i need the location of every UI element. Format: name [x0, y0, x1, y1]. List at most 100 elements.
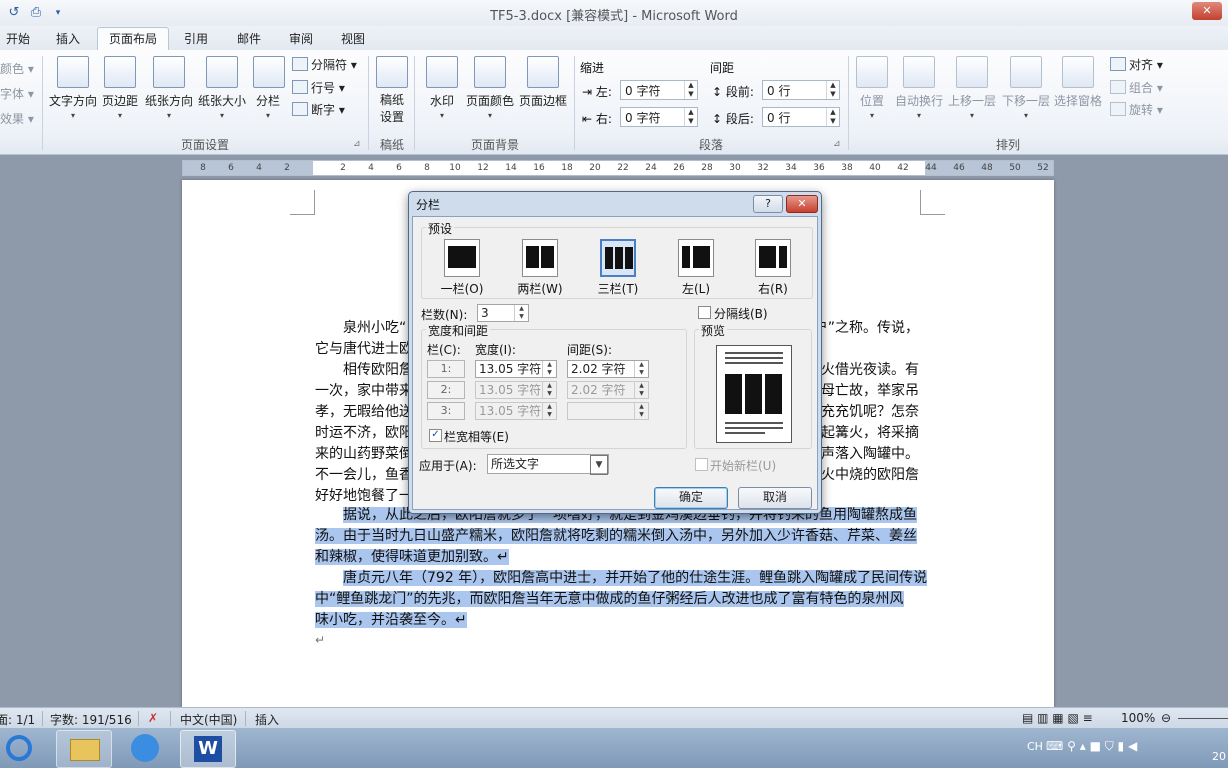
column-width-input[interactable]: 13.05 字符 ▲ ▼: [475, 402, 557, 420]
paper-size-button[interactable]: 纸张大小 ▾: [196, 56, 248, 120]
align-button[interactable]: 对齐 ▾: [1110, 56, 1163, 73]
cancel-button[interactable]: 取消: [738, 487, 812, 509]
zoom-slider[interactable]: [1178, 718, 1228, 719]
hyphenation-button[interactable]: 断字 ▾: [292, 101, 345, 118]
rotate-button[interactable]: 旋转 ▾: [1110, 101, 1163, 118]
spinner-arrows-icon[interactable]: ▲ ▼: [826, 108, 839, 126]
spinner-arrows-icon[interactable]: ▲ ▼: [684, 81, 697, 99]
file-explorer-icon[interactable]: [56, 730, 112, 768]
column-width-input[interactable]: 13.05 字符 ▲ ▼: [475, 381, 557, 399]
view-buttons[interactable]: ▤ ▥ ▦ ▧ ≡: [1022, 711, 1093, 725]
document-line[interactable]: 孝，无暇给他送: [315, 402, 413, 423]
word-count[interactable]: 字数: 191/516: [50, 711, 132, 728]
spinner-arrows-icon[interactable]: ▲ ▼: [542, 382, 556, 398]
num-cols-input[interactable]: 3 ▲ ▼: [477, 304, 529, 322]
document-line[interactable]: 不一会儿，鱼香: [315, 465, 413, 486]
column-spacing-input[interactable]: 2.02 字符 ▲ ▼: [567, 360, 649, 378]
spinner-arrows-icon[interactable]: ▲ ▼: [542, 361, 556, 377]
document-line-end[interactable]: 起篝火，将采摘: [821, 423, 919, 444]
browser-icon[interactable]: [118, 730, 172, 766]
spinner-arrows-icon[interactable]: ▲ ▼: [684, 108, 697, 126]
paragraph-launcher-icon[interactable]: ⊿: [833, 139, 841, 149]
horizontal-ruler[interactable]: 8 6 4 2 2 4 6 8 10 12 14 16 18 20 22 24 26 28 30 32 34 36 38 40…: [182, 160, 1054, 176]
page-color-button[interactable]: 页面颜色 ▾: [463, 56, 517, 120]
spinner-arrows-icon[interactable]: ▲ ▼: [826, 81, 839, 99]
indent-left-input[interactable]: 0 字符 ▲ ▼: [620, 80, 698, 100]
document-line-end[interactable]: 母亡故，举家吊: [821, 381, 919, 402]
one-column-preset[interactable]: 一栏(O): [427, 239, 497, 297]
insert-mode-indicator[interactable]: 插入: [255, 711, 279, 728]
wrap-text-button[interactable]: 自动换行 ▾: [893, 56, 945, 120]
help-button[interactable]: ?: [753, 195, 783, 213]
document-line[interactable]: 相传欧阳詹: [343, 360, 413, 381]
tab-insert[interactable]: 插入: [50, 30, 86, 50]
language-indicator[interactable]: 中文(中国): [180, 711, 237, 728]
column-width-input[interactable]: 13.05 字符 ▲ ▼: [475, 360, 557, 378]
tab-mailings[interactable]: 邮件: [231, 30, 267, 50]
document-line-end[interactable]: 火借光夜读。有: [821, 360, 919, 381]
tray-icons[interactable]: ⌨ ⚲ ▴ ■ ⛉ ▮ ◀: [1046, 739, 1137, 754]
spinner-arrows-icon[interactable]: ▲ ▼: [634, 361, 648, 377]
document-line[interactable]: 时运不济，欧阳: [315, 423, 413, 444]
page-borders-button[interactable]: 页面边框: [517, 56, 569, 109]
margins-button[interactable]: 页边距 ▾: [100, 56, 140, 120]
equal-width-checkbox[interactable]: ✓: [429, 429, 442, 442]
zoom-out-icon[interactable]: ⊖: [1161, 711, 1171, 725]
spinner-arrows-icon[interactable]: ▲ ▼: [542, 403, 556, 419]
document-line-end[interactable]: 火中烧的欧阳詹: [821, 465, 919, 486]
document-line[interactable]: 来的山药野菜倒: [315, 444, 413, 465]
theme-colors-button[interactable]: 颜色 ▾: [0, 60, 34, 77]
document-line-end[interactable]: 充充饥呢？怎奈: [821, 402, 919, 423]
two-columns-preset[interactable]: 两栏(W): [505, 239, 575, 297]
manuscript-settings-button[interactable]: 稿纸 设置: [374, 56, 410, 126]
selection-pane-button[interactable]: 选择窗格: [1052, 56, 1104, 109]
columns-button[interactable]: 分栏 ▾: [253, 56, 285, 120]
new-column-checkbox[interactable]: [695, 458, 708, 471]
page-count[interactable]: 页面: 1/1: [0, 711, 35, 728]
column-spacing-input[interactable]: ▲ ▼: [567, 402, 649, 420]
selected-line[interactable]: 唐贞元八年（792 年），欧阳詹高中进士，并开始了他的仕途生涯。鲤鱼跳入陶罐成了…: [343, 568, 928, 589]
group-button[interactable]: 组合 ▾: [1110, 79, 1163, 96]
breaks-button[interactable]: 分隔符 ▾: [292, 56, 357, 73]
left-preset[interactable]: 左(L): [661, 239, 731, 297]
document-line-end[interactable]: 一声落入陶罐中。: [807, 444, 919, 465]
zoom-level[interactable]: 100%: [1121, 711, 1155, 725]
ie-icon[interactable]: [0, 730, 48, 766]
tab-home[interactable]: 开始: [2, 30, 34, 50]
right-preset[interactable]: 右(R): [738, 239, 808, 297]
orientation-button[interactable]: 纸张方向 ▾: [143, 56, 195, 120]
ime-indicator[interactable]: CH: [1027, 740, 1043, 753]
spinner-arrows-icon[interactable]: ▲ ▼: [634, 382, 648, 398]
tab-review[interactable]: 审阅: [283, 30, 319, 50]
tab-page-layout[interactable]: 页面布局: [97, 27, 169, 51]
spacing-before-input[interactable]: 0 行 ▲ ▼: [762, 80, 840, 100]
document-line[interactable]: 好好地饱餐了一: [315, 486, 413, 507]
bring-forward-button[interactable]: 上移一层 ▾: [946, 56, 998, 120]
three-columns-preset[interactable]: 三栏(T): [583, 239, 653, 297]
selected-line[interactable]: 味小吃，并沿袭至今。↵: [315, 610, 467, 631]
spacing-after-input[interactable]: 0 行 ▲ ▼: [762, 107, 840, 127]
ok-button[interactable]: 确定: [654, 487, 728, 509]
word-taskbar-icon[interactable]: W: [180, 730, 236, 768]
watermark-button[interactable]: 水印 ▾: [424, 56, 460, 120]
tab-references[interactable]: 引用: [178, 30, 214, 50]
column-spacing-input[interactable]: 2.02 字符 ▲ ▼: [567, 381, 649, 399]
indent-right-input[interactable]: 0 字符 ▲ ▼: [620, 107, 698, 127]
line-numbers-button[interactable]: 行号 ▾: [292, 79, 345, 96]
apply-to-select[interactable]: 所选文字 ▼: [487, 454, 609, 475]
close-window-button[interactable]: ✕: [1192, 2, 1222, 20]
dropdown-arrow-icon[interactable]: ▼: [590, 455, 608, 475]
theme-effects-button[interactable]: 效果 ▾: [0, 110, 34, 127]
selected-line[interactable]: 汤。由于当时九日山盛产糯米，欧阳詹就将吃剩的糯米倒入汤中，另外加入少许香菇、芹菜…: [315, 526, 917, 547]
tray-clock[interactable]: 20: [1212, 750, 1226, 763]
spinner-arrows-icon[interactable]: ▲ ▼: [634, 403, 648, 419]
theme-fonts-button[interactable]: 字体 ▾: [0, 85, 34, 102]
text-direction-button[interactable]: 文字方向 ▾: [48, 56, 98, 120]
proofing-icon[interactable]: ✗: [148, 711, 158, 725]
send-backward-button[interactable]: 下移一层 ▾: [1000, 56, 1052, 120]
tab-view[interactable]: 视图: [335, 30, 371, 50]
document-line-end[interactable]: 户”之称。传说，: [814, 318, 919, 339]
document-line[interactable]: 一次，家中带来: [315, 381, 413, 402]
selected-line[interactable]: 中“鲤鱼跳龙门”的先兆，而欧阳詹当年无意中做成的鱼仔粥经后人改进也成了富有特色的…: [315, 589, 904, 610]
page-setup-launcher-icon[interactable]: ⊿: [353, 139, 361, 149]
